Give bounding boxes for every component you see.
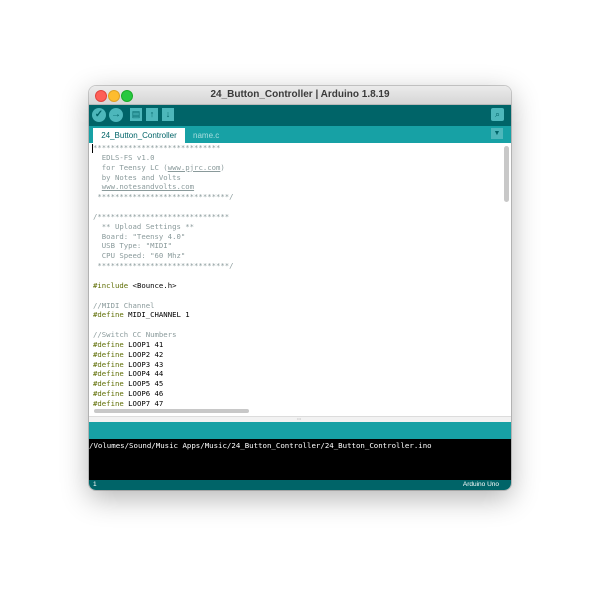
comment-text: Board: "Teensy 4.0": [93, 231, 186, 241]
new-sketch-button[interactable]: ▤: [130, 108, 142, 121]
comment-text: //Switch CC Numbers: [93, 330, 177, 340]
verify-button[interactable]: ✓: [92, 108, 106, 122]
code-text-span: LOOP3 43: [123, 359, 164, 369]
code-line[interactable]: www.notesandvolts.com: [93, 182, 499, 192]
code-text-span: LOOP6 46: [123, 389, 164, 399]
tab-24-button-controller[interactable]: 24_Button_Controller: [93, 128, 185, 143]
preprocessor-directive: #define: [93, 389, 124, 399]
preprocessor-directive: #define: [93, 369, 124, 379]
toolbar: ✓ → ▤ ↑ ↓ ⌕: [89, 105, 511, 126]
code-line[interactable]: ** Upload Settings **: [93, 222, 499, 232]
title-bar[interactable]: 24_Button_Controller | Arduino 1.8.19: [89, 86, 511, 105]
comment-text: USB Type: "MIDI": [93, 241, 173, 251]
preprocessor-directive: #define: [93, 339, 124, 349]
save-arrow-down-icon: ↓: [165, 109, 171, 119]
magnifier-icon: ⌕: [494, 109, 501, 119]
code-line[interactable]: #define LOOP4 44: [93, 369, 499, 379]
status-bar: [89, 422, 511, 439]
line-number: 1: [93, 481, 97, 488]
code-text-span: LOOP2 42: [123, 349, 164, 359]
preprocessor-directive: #define: [93, 349, 124, 359]
code-line[interactable]: Board: "Teensy 4.0": [93, 232, 499, 242]
preprocessor-directive: #define: [93, 359, 124, 369]
code-line[interactable]: #include <Bounce.h>: [93, 281, 499, 291]
tab-name-c[interactable]: name.c: [193, 128, 219, 143]
open-arrow-up-icon: ↑: [149, 109, 155, 119]
code-line[interactable]: #define LOOP5 45: [93, 379, 499, 389]
code-text-span: LOOP1 41: [123, 339, 164, 349]
code-editor[interactable]: ***************************** EDLS-FS v1…: [89, 143, 511, 416]
preprocessor-directive: #define: [93, 379, 124, 389]
code-line[interactable]: #define LOOP2 42: [93, 350, 499, 360]
comment-text: *****************************: [93, 143, 221, 152]
code-line[interactable]: #define MIDI_CHANNEL 1: [93, 310, 499, 320]
preprocessor-directive: #define: [93, 310, 124, 320]
code-line[interactable]: #define LOOP3 43: [93, 360, 499, 370]
code-line[interactable]: for Teensy LC (www.pjrc.com): [93, 163, 499, 173]
code-line[interactable]: [93, 320, 499, 330]
divider-grip-icon: •••: [297, 416, 302, 421]
code-line[interactable]: by Notes and Volts: [93, 173, 499, 183]
code-line[interactable]: #define LOOP6 46: [93, 389, 499, 399]
tab-bar: 24_Button_Controller name.c ▼: [89, 126, 511, 143]
comment-text: /******************************: [93, 211, 230, 221]
arduino-ide-window: 24_Button_Controller | Arduino 1.8.19 ✓ …: [89, 86, 511, 490]
tab-menu-button[interactable]: ▼: [491, 128, 503, 139]
code-text-span: LOOP5 45: [123, 379, 164, 389]
board-name: Arduino Uno: [462, 481, 499, 488]
console-text: /Volumes/Sound/Music Apps/Music/24_Butto…: [89, 441, 432, 450]
code-line[interactable]: ******************************/: [93, 261, 499, 271]
text-cursor: [92, 144, 93, 153]
code-text-span: <Bounce.h>: [128, 280, 177, 290]
code-line[interactable]: *****************************: [93, 143, 499, 153]
comment-text: [93, 182, 102, 191]
comment-text: ******************************/: [93, 261, 234, 271]
code-line[interactable]: //Switch CC Numbers: [93, 330, 499, 340]
code-text-span: LOOP7 47: [123, 398, 164, 408]
save-sketch-button[interactable]: ↓: [162, 108, 174, 121]
comment-link[interactable]: www.pjrc.com: [168, 163, 221, 172]
comment-text: by Notes and Volts: [93, 172, 181, 182]
preprocessor-directive: #define: [93, 398, 124, 408]
comment-link[interactable]: www.notesandvolts.com: [102, 182, 194, 191]
code-line[interactable]: CPU Speed: "60 Mhz": [93, 251, 499, 261]
code-line[interactable]: [93, 271, 499, 281]
code-line[interactable]: #define LOOP7 47: [93, 399, 499, 409]
code-text-span: LOOP4 44: [123, 369, 164, 379]
vertical-scrollbar[interactable]: [504, 146, 509, 202]
comment-text: CPU Speed: "60 Mhz": [93, 251, 186, 261]
horizontal-scrollbar[interactable]: [94, 409, 249, 413]
serial-monitor-button[interactable]: ⌕: [491, 108, 504, 121]
code-line[interactable]: #define LOOP1 41: [93, 340, 499, 350]
code-line[interactable]: [93, 202, 499, 212]
arrow-right-icon: →: [111, 109, 121, 120]
comment-text: ** Upload Settings **: [93, 221, 195, 231]
new-file-icon: ▤: [131, 109, 141, 119]
code-line[interactable]: EDLS-FS v1.0: [93, 153, 499, 163]
open-sketch-button[interactable]: ↑: [146, 108, 158, 121]
code-line[interactable]: ******************************/: [93, 192, 499, 202]
comment-text: ): [220, 162, 225, 172]
code-text[interactable]: ***************************** EDLS-FS v1…: [93, 143, 499, 409]
code-line[interactable]: //MIDI Channel: [93, 301, 499, 311]
comment-text: EDLS-FS v1.0: [93, 152, 155, 162]
upload-button[interactable]: →: [109, 108, 123, 122]
code-line[interactable]: [93, 291, 499, 301]
code-line[interactable]: USB Type: "MIDI": [93, 241, 499, 251]
comment-text: for Teensy LC (: [93, 162, 168, 172]
window-title: 24_Button_Controller | Arduino 1.8.19: [210, 89, 390, 100]
preprocessor-directive: #include: [93, 280, 129, 290]
check-icon: ✓: [94, 109, 104, 120]
chevron-down-icon: ▼: [493, 130, 501, 137]
console-output[interactable]: /Volumes/Sound/Music Apps/Music/24_Butto…: [89, 439, 511, 480]
code-text-span: MIDI_CHANNEL 1: [123, 310, 190, 320]
comment-text: ******************************/: [93, 192, 234, 202]
comment-text: //MIDI Channel: [93, 300, 155, 310]
footer-bar: 1 Arduino Uno: [89, 480, 511, 490]
code-line[interactable]: /******************************: [93, 212, 499, 222]
